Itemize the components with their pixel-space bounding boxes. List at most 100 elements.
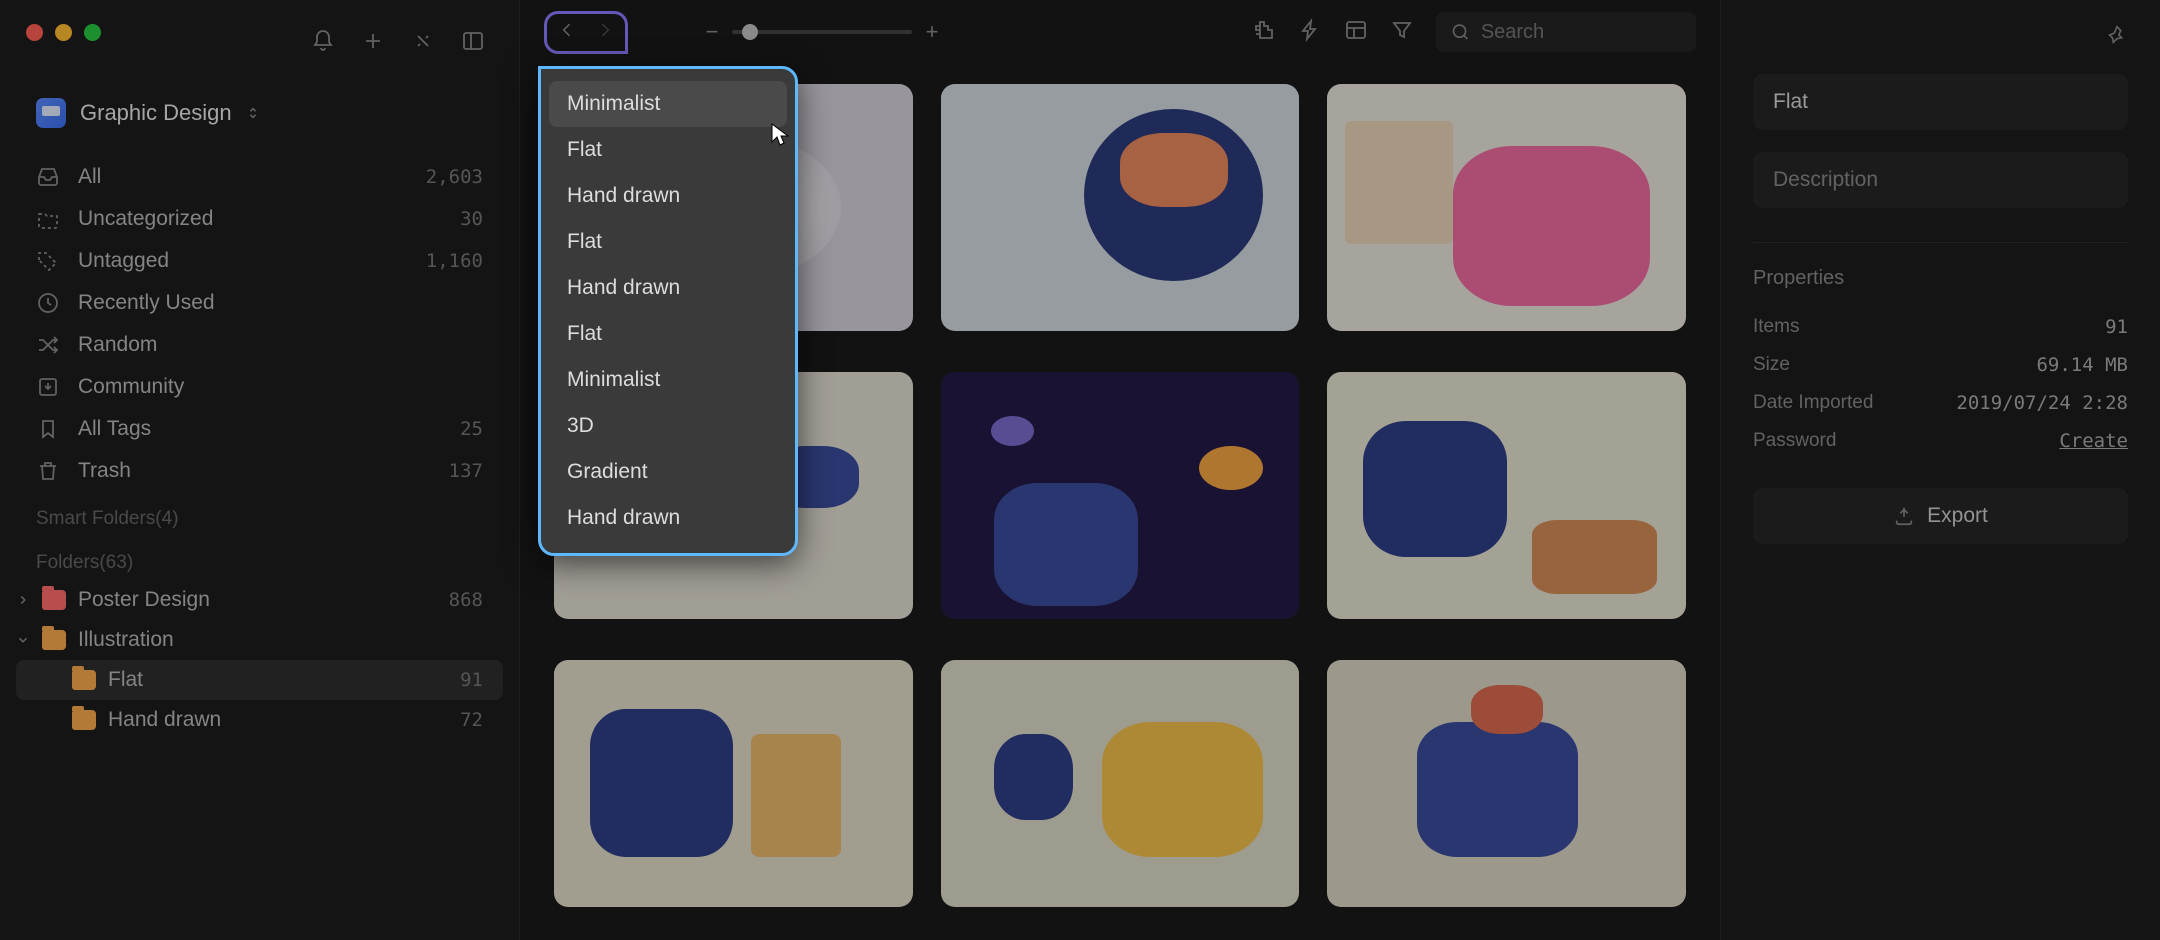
slider-thumb[interactable] (742, 24, 758, 40)
back-button[interactable] (557, 20, 577, 45)
prop-size: Size 69.14 MB (1753, 346, 2128, 384)
inbox-icon (36, 165, 60, 189)
export-button[interactable]: Export (1753, 488, 2128, 544)
thumbnail[interactable] (1327, 660, 1686, 907)
folders-header[interactable]: Folders(63) (0, 536, 519, 580)
prop-date: Date Imported 2019/07/24 2:28 (1753, 384, 2128, 422)
bolt-icon[interactable] (1298, 18, 1322, 47)
dropdown-item[interactable]: Gradient (549, 449, 787, 495)
sidebar-item-count: 2,603 (426, 166, 483, 188)
sidebar-item-label: Uncategorized (78, 207, 213, 231)
sidebar-item-label: Community (78, 375, 184, 399)
library-selector[interactable]: Graphic Design (0, 98, 519, 128)
title-field[interactable]: Flat (1753, 74, 2128, 130)
sidebar-item-untagged[interactable]: Untagged 1,160 (0, 240, 519, 282)
folder-icon (42, 630, 66, 650)
thumbnail[interactable] (1327, 84, 1686, 331)
prop-label: Size (1753, 354, 1790, 376)
dropdown-item[interactable]: 3D (549, 403, 787, 449)
sidebar-item-count: 25 (460, 418, 483, 440)
dropdown-item[interactable]: Minimalist (549, 81, 787, 127)
dropdown-item[interactable]: Flat (549, 311, 787, 357)
close-window-button[interactable] (26, 24, 43, 41)
sidebar-toggle-icon[interactable] (461, 29, 485, 58)
sidebar-item-community[interactable]: Community (0, 366, 519, 408)
dropdown-item[interactable]: Flat (549, 219, 787, 265)
thumbnail[interactable] (941, 660, 1300, 907)
history-dropdown: Minimalist Flat Hand drawn Flat Hand dra… (538, 66, 798, 556)
prop-value: 69.14 MB (2036, 354, 2128, 376)
sidebar-item-label: Untagged (78, 249, 169, 273)
folder-count: 91 (460, 669, 483, 691)
sidebar: Graphic Design All 2,603 Uncategorized 3… (0, 0, 520, 940)
toolbar: − + (520, 0, 1720, 64)
dropdown-item[interactable]: Flat (549, 127, 787, 173)
thumbnail[interactable] (941, 372, 1300, 619)
smart-folders-header[interactable]: Smart Folders(4) (0, 492, 519, 536)
subfolder-flat[interactable]: Flat 91 (16, 660, 503, 700)
layout-icon[interactable] (1344, 18, 1368, 47)
slider-track[interactable] (732, 30, 912, 34)
sidebar-item-random[interactable]: Random (0, 324, 519, 366)
sidebar-item-recent[interactable]: Recently Used (0, 282, 519, 324)
subfolder-hand-drawn[interactable]: Hand drawn 72 (0, 700, 519, 740)
folder-illustration[interactable]: Illustration (0, 620, 519, 660)
folder-label: Flat (108, 668, 143, 692)
chevron-updown-icon (246, 106, 260, 120)
dropdown-item[interactable]: Hand drawn (549, 265, 787, 311)
sidebar-item-uncategorized[interactable]: Uncategorized 30 (0, 198, 519, 240)
inspector-panel: Flat Description Properties Items 91 Siz… (1720, 0, 2160, 940)
export-label: Export (1927, 504, 1988, 528)
prop-label: Items (1753, 316, 1799, 338)
sidebar-item-label: All (78, 165, 101, 189)
dropdown-item[interactable]: Minimalist (549, 357, 787, 403)
folder-label: Illustration (78, 628, 174, 652)
trash-icon (36, 459, 60, 483)
prop-label: Password (1753, 430, 1836, 452)
shuffle-icon (36, 333, 60, 357)
forward-button[interactable] (595, 20, 615, 45)
pin-icon (2106, 24, 2128, 46)
zoom-out-icon[interactable]: − (702, 19, 722, 45)
sidebar-item-count: 137 (449, 460, 483, 482)
sidebar-item-trash[interactable]: Trash 137 (0, 450, 519, 492)
sidebar-item-all[interactable]: All 2,603 (0, 156, 519, 198)
filter-icon[interactable] (1390, 18, 1414, 47)
zoom-in-icon[interactable]: + (922, 19, 942, 45)
dropdown-item[interactable]: Hand drawn (549, 495, 787, 541)
prop-value: 2019/07/24 2:28 (1956, 392, 2128, 414)
download-icon (36, 375, 60, 399)
minimize-window-button[interactable] (55, 24, 72, 41)
cursor-pointer-icon (770, 122, 790, 148)
sidebar-item-label: Recently Used (78, 291, 215, 315)
tag-dashed-icon (36, 249, 60, 273)
extensions-icon[interactable] (1252, 18, 1276, 47)
sync-icon[interactable] (411, 29, 435, 58)
plus-icon[interactable] (361, 29, 385, 58)
folder-count: 868 (449, 589, 483, 611)
sidebar-item-count: 30 (460, 208, 483, 230)
sidebar-item-label: All Tags (78, 417, 151, 441)
maximize-window-button[interactable] (84, 24, 101, 41)
prop-items: Items 91 (1753, 308, 2128, 346)
search-icon (1450, 20, 1471, 44)
description-placeholder: Description (1773, 168, 1878, 191)
thumbnail[interactable] (1327, 372, 1686, 619)
prop-label: Date Imported (1753, 392, 1873, 414)
search-input[interactable] (1481, 21, 1682, 44)
sidebar-item-label: Trash (78, 459, 131, 483)
zoom-slider[interactable]: − + (702, 19, 942, 45)
sidebar-item-label: Random (78, 333, 157, 357)
dropdown-item[interactable]: Hand drawn (549, 173, 787, 219)
pin-button[interactable] (1753, 24, 2128, 46)
password-create-link[interactable]: Create (2059, 430, 2128, 452)
sidebar-item-tags[interactable]: All Tags 25 (0, 408, 519, 450)
bell-icon[interactable] (311, 29, 335, 58)
search-field[interactable] (1436, 12, 1696, 52)
thumbnail[interactable] (554, 660, 913, 907)
library-icon (36, 98, 66, 128)
folder-poster-design[interactable]: Poster Design 868 (0, 580, 519, 620)
prop-value: 91 (2105, 316, 2128, 338)
description-field[interactable]: Description (1753, 152, 2128, 208)
thumbnail[interactable] (941, 84, 1300, 331)
